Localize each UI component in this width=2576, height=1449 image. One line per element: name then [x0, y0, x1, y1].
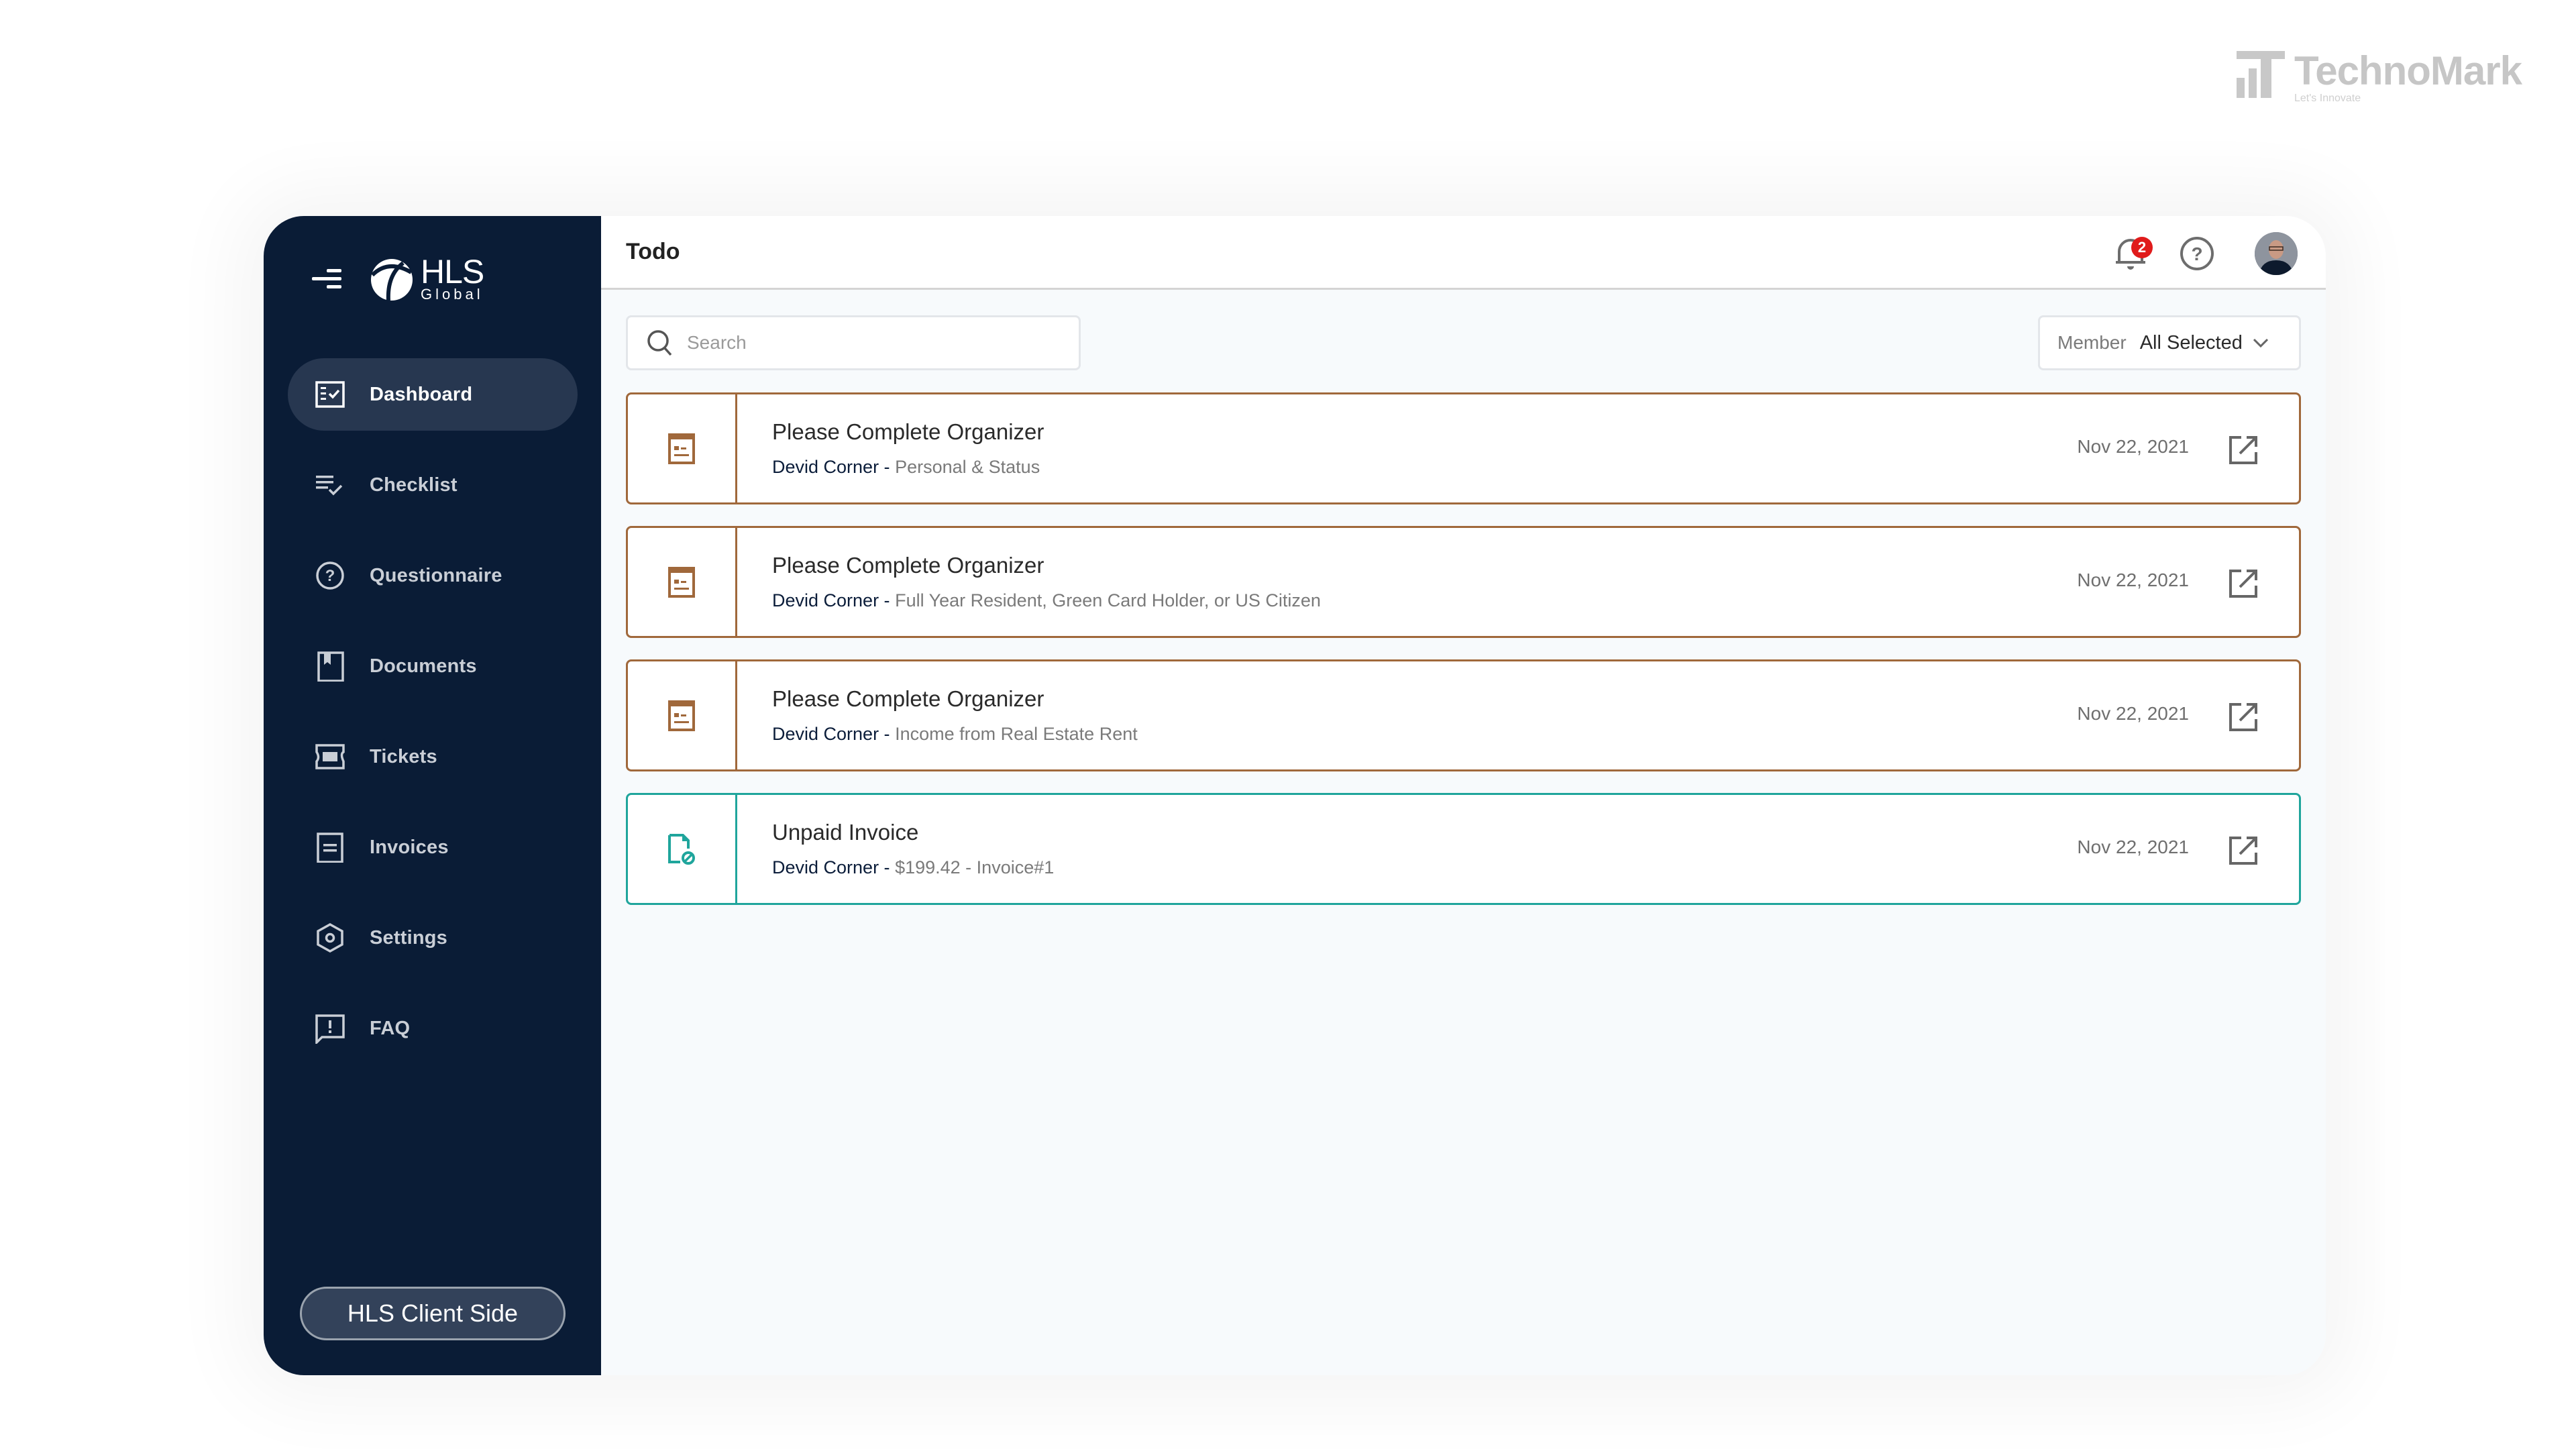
organizer-form-icon — [668, 433, 695, 464]
todo-item[interactable]: Please Complete Organizer Devid Corner -… — [626, 526, 2301, 638]
todo-title: Please Complete Organizer — [772, 686, 1044, 711]
organizer-form-icon — [668, 700, 695, 731]
sidebar-item-label: Tickets — [370, 745, 437, 767]
todo-person: Devid Corner - — [772, 724, 890, 744]
brand-name: TechnoMark — [2294, 48, 2522, 93]
sidebar-nav: Dashboard Checklist ? Questionnaire Docu… — [288, 358, 578, 1083]
user-photo-icon — [2255, 232, 2298, 275]
organizer-form-icon — [668, 566, 695, 598]
todo-title: Please Complete Organizer — [772, 553, 1044, 578]
help-circle-icon: ? — [2180, 237, 2214, 270]
sidebar-item-label: Settings — [370, 926, 447, 949]
open-external-icon[interactable] — [2226, 567, 2260, 600]
search-icon — [647, 330, 672, 356]
globe-logo-icon — [370, 259, 413, 301]
todo-toolbar: Member All Selected — [626, 315, 2301, 370]
sidebar-item-settings[interactable]: Settings — [288, 902, 578, 974]
todo-date: Nov 22, 2021 — [2077, 436, 2189, 457]
faq-alert-icon — [315, 1013, 345, 1044]
todo-detail: $199.42 - Invoice#1 — [895, 857, 1055, 877]
sidebar-item-invoices[interactable]: Invoices — [288, 811, 578, 883]
ticket-icon — [315, 741, 345, 772]
notification-count-badge: 2 — [2131, 237, 2153, 258]
todo-item[interactable]: Unpaid Invoice Devid Corner - $199.42 - … — [626, 793, 2301, 905]
sidebar-item-dashboard[interactable]: Dashboard — [288, 358, 578, 431]
chevron-down-icon — [2253, 338, 2268, 348]
search-input[interactable] — [687, 332, 1063, 354]
sidebar-item-documents[interactable]: Documents — [288, 630, 578, 702]
todo-detail: Full Year Resident, Green Card Holder, o… — [895, 590, 1321, 610]
sidebar-item-tickets[interactable]: Tickets — [288, 720, 578, 793]
todo-date: Nov 22, 2021 — [2077, 570, 2189, 590]
sidebar-item-label: FAQ — [370, 1017, 411, 1039]
member-filter-dropdown[interactable]: Member All Selected — [2038, 315, 2301, 370]
unpaid-invoice-icon — [668, 833, 695, 865]
sidebar-item-label: Questionnaire — [370, 564, 502, 586]
member-filter-value: All Selected — [2139, 331, 2243, 354]
hls-logo[interactable]: HLS Global — [368, 255, 484, 302]
hls-client-side-button[interactable]: HLS Client Side — [300, 1287, 566, 1340]
technomark-watermark: TechnoMark Let's Innovate — [2237, 51, 2522, 105]
invoice-icon — [315, 832, 345, 863]
todo-item[interactable]: Please Complete Organizer Devid Corner -… — [626, 392, 2301, 504]
sidebar-item-checklist[interactable]: Checklist — [288, 449, 578, 521]
sidebar: HLS Global Dashboard Checklist ? Questio… — [264, 216, 601, 1375]
dashboard-icon — [315, 379, 345, 410]
app-window: HLS Global Dashboard Checklist ? Questio… — [264, 216, 2326, 1375]
question-circle-icon: ? — [315, 560, 345, 591]
sidebar-item-faq[interactable]: FAQ — [288, 992, 578, 1065]
document-bookmark-icon — [315, 651, 345, 682]
help-button[interactable]: ? — [2178, 235, 2216, 272]
todo-person: Devid Corner - — [772, 857, 890, 877]
todo-date: Nov 22, 2021 — [2077, 703, 2189, 724]
sidebar-item-label: Invoices — [370, 836, 449, 858]
todo-item[interactable]: Please Complete Organizer Devid Corner -… — [626, 659, 2301, 771]
todo-title: Please Complete Organizer — [772, 419, 1044, 444]
logo-subname: Global — [421, 286, 484, 303]
logo-name: HLS — [421, 253, 484, 290]
user-avatar[interactable] — [2255, 232, 2298, 275]
sidebar-item-label: Documents — [370, 655, 477, 677]
todo-title: Unpaid Invoice — [772, 820, 919, 845]
open-external-icon[interactable] — [2226, 433, 2260, 467]
svg-text:?: ? — [325, 567, 335, 585]
todo-person: Devid Corner - — [772, 590, 890, 610]
sidebar-item-label: Checklist — [370, 474, 458, 496]
technomark-logo-icon — [2237, 51, 2285, 98]
svg-text:?: ? — [2191, 244, 2202, 264]
todo-person: Devid Corner - — [772, 457, 890, 477]
page-title: Todo — [626, 239, 680, 264]
top-bar: Todo 2 ? — [601, 216, 2326, 290]
main-content: Todo 2 ? Search Member All Selected Plea… — [601, 216, 2326, 1375]
sidebar-item-label: Dashboard — [370, 383, 473, 405]
todo-detail: Personal & Status — [895, 457, 1040, 477]
open-external-icon[interactable] — [2226, 700, 2260, 734]
search-box[interactable] — [626, 315, 1081, 370]
notifications-button[interactable]: 2 — [2110, 233, 2153, 274]
member-filter-label: Member — [2057, 332, 2127, 353]
checklist-icon — [315, 470, 345, 500]
todo-list: Please Complete Organizer Devid Corner -… — [626, 392, 2301, 926]
settings-hex-icon — [315, 922, 345, 953]
sidebar-item-questionnaire[interactable]: ? Questionnaire — [288, 539, 578, 612]
todo-date: Nov 22, 2021 — [2077, 837, 2189, 857]
brand-tagline: Let's Innovate — [2294, 93, 2361, 104]
todo-detail: Income from Real Estate Rent — [895, 724, 1138, 744]
open-external-icon[interactable] — [2226, 834, 2260, 867]
menu-toggle-button[interactable] — [312, 265, 341, 292]
